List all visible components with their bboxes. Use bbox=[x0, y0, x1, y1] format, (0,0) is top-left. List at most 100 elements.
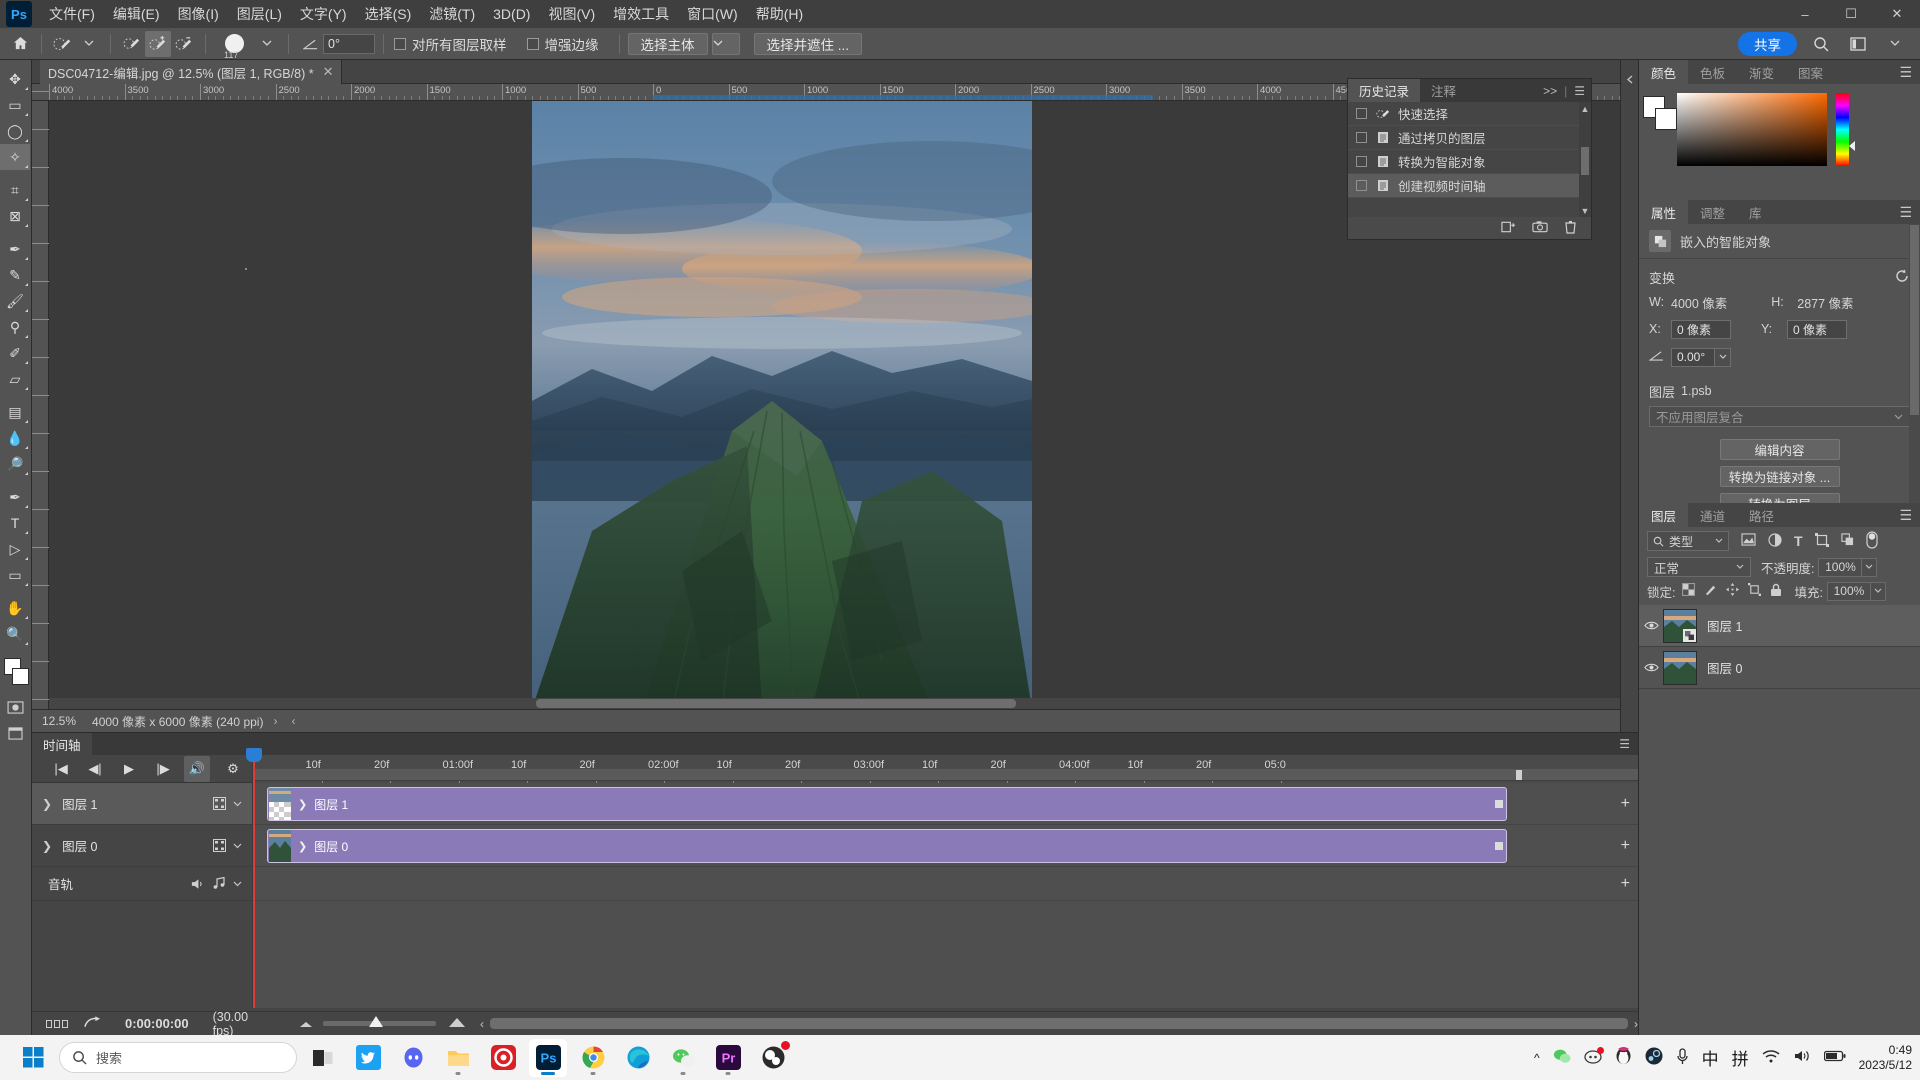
twitter-icon[interactable] bbox=[349, 1039, 387, 1077]
lock-all-icon[interactable] bbox=[1770, 583, 1782, 600]
background-color-swatch[interactable] bbox=[12, 668, 29, 685]
expand-chevron-icon[interactable]: ❯ bbox=[42, 839, 52, 853]
discord-tray-icon[interactable] bbox=[1583, 1046, 1604, 1067]
history-item[interactable]: 通过拷贝的图层 bbox=[1348, 126, 1591, 150]
add-media-button[interactable]: + bbox=[1621, 837, 1630, 855]
search-input[interactable]: 搜索 bbox=[59, 1042, 297, 1073]
smart-object-filter-icon[interactable] bbox=[1840, 533, 1854, 549]
wifi-icon[interactable] bbox=[1762, 1049, 1780, 1066]
gradient-tool[interactable]: ▤ bbox=[0, 399, 30, 425]
timeline-track-header[interactable]: ❯ 图层 1 bbox=[32, 783, 252, 825]
zoom-out-icon[interactable] bbox=[299, 1017, 313, 1031]
blend-mode-select[interactable]: 正常 bbox=[1647, 557, 1751, 577]
audio-button[interactable]: 🔊 bbox=[184, 755, 210, 782]
layer-filter-select[interactable]: 类型 bbox=[1647, 531, 1729, 551]
hue-slider[interactable] bbox=[1836, 93, 1849, 166]
scroll-up-icon[interactable]: ▲ bbox=[1580, 104, 1590, 114]
timeline-clip-area[interactable]: ❯ 图层 1 + ❯ 图层 0 + + bbox=[252, 769, 1638, 1008]
volume-icon[interactable] bbox=[1793, 1049, 1811, 1066]
previous-frame-button[interactable]: ◀| bbox=[82, 756, 108, 782]
menu-item-3[interactable]: 图层(L) bbox=[228, 0, 291, 28]
convert-to-linked-button[interactable]: 转换为链接对象 ... bbox=[1719, 466, 1840, 487]
timeline-clip[interactable]: ❯ 图层 1 bbox=[267, 787, 1507, 821]
type-filter-icon[interactable]: T bbox=[1794, 533, 1803, 549]
history-brush-tool[interactable]: ✐ bbox=[0, 340, 30, 366]
menu-item-6[interactable]: 滤镜(T) bbox=[420, 0, 484, 28]
scrollbar-thumb[interactable] bbox=[1910, 225, 1919, 415]
delete-icon[interactable] bbox=[1564, 220, 1577, 237]
file-explorer-icon[interactable] bbox=[439, 1039, 477, 1077]
timeline-zoom-slider[interactable] bbox=[323, 1016, 437, 1027]
selection-add-icon[interactable] bbox=[145, 30, 171, 57]
wechat-icon[interactable] bbox=[664, 1039, 702, 1077]
menu-item-0[interactable]: 文件(F) bbox=[40, 0, 104, 28]
wechat-tray-icon[interactable] bbox=[1553, 1048, 1571, 1067]
tab-swatches[interactable]: 色板 bbox=[1688, 60, 1737, 84]
current-time[interactable]: 0:00:00:00 bbox=[125, 1016, 189, 1031]
selection-new-icon[interactable] bbox=[119, 31, 145, 57]
blur-tool[interactable]: 💧 bbox=[0, 425, 30, 451]
fill-chevron-icon[interactable] bbox=[1870, 581, 1886, 601]
screen-mode-icon[interactable] bbox=[0, 720, 30, 746]
hamburger-icon[interactable]: ☰ bbox=[1619, 733, 1638, 755]
clip-expand-icon[interactable]: ❯ bbox=[298, 798, 307, 811]
lock-image-icon[interactable] bbox=[1704, 583, 1717, 599]
clone-stamp-tool[interactable]: ⚲ bbox=[0, 314, 30, 340]
angle-field[interactable]: 0.00° bbox=[1671, 347, 1715, 367]
select-subject-chevron-icon[interactable] bbox=[711, 32, 740, 55]
obs-icon[interactable] bbox=[754, 1039, 792, 1077]
timeline-lane[interactable]: ❯ 图层 0 + bbox=[253, 825, 1638, 867]
timeline-track-options[interactable] bbox=[190, 877, 252, 890]
playhead-handle[interactable] bbox=[246, 748, 262, 762]
home-icon[interactable] bbox=[7, 31, 33, 57]
hand-tool[interactable]: ✋ bbox=[0, 595, 30, 621]
layer-row[interactable]: 图层 0 bbox=[1639, 647, 1920, 689]
layer-row[interactable]: 图层 1 bbox=[1639, 605, 1920, 647]
tab-timeline[interactable]: 时间轴 bbox=[32, 733, 92, 755]
select-subject-button[interactable]: 选择主体 bbox=[627, 32, 708, 55]
add-media-button[interactable]: + bbox=[1621, 875, 1630, 893]
x-field[interactable]: 0 像素 bbox=[1671, 319, 1731, 339]
chevron-right-icon[interactable]: › bbox=[273, 714, 277, 728]
edge-icon[interactable] bbox=[619, 1039, 657, 1077]
search-icon[interactable] bbox=[1808, 31, 1834, 57]
pen-tool[interactable]: ✒ bbox=[0, 484, 30, 510]
pixel-filter-icon[interactable] bbox=[1741, 533, 1756, 549]
history-item[interactable]: 快速选择 bbox=[1348, 102, 1591, 126]
workspace-chevron-icon[interactable] bbox=[1882, 31, 1908, 57]
tab-libraries[interactable]: 库 bbox=[1737, 200, 1774, 224]
play-button[interactable]: ▶ bbox=[116, 756, 142, 782]
chevron-left-icon[interactable]: ‹ bbox=[480, 1017, 484, 1031]
history-snapshot-checkbox[interactable] bbox=[1356, 156, 1367, 167]
history-item[interactable]: 创建视频时间轴 bbox=[1348, 174, 1591, 198]
history-snapshot-checkbox[interactable] bbox=[1356, 180, 1367, 191]
document-tab[interactable]: DSC04712-编辑.jpg @ 12.5% (图层 1, RGB/8) * … bbox=[40, 60, 343, 84]
create-document-from-state-icon[interactable] bbox=[1501, 220, 1516, 237]
history-scrollbar[interactable]: ▲ ▼ bbox=[1579, 102, 1591, 217]
spot-healing-brush-tool[interactable]: ✎ bbox=[0, 262, 30, 288]
move-tool[interactable]: ✥ bbox=[0, 66, 30, 92]
angle-field[interactable]: 0° bbox=[323, 33, 375, 54]
playhead[interactable] bbox=[253, 755, 255, 1008]
timeline-work-area[interactable] bbox=[253, 769, 1638, 781]
hamburger-icon[interactable]: ☰ bbox=[1899, 60, 1920, 84]
tab-adjustments[interactable]: 调整 bbox=[1688, 200, 1737, 224]
horizontal-type-tool[interactable]: T bbox=[0, 510, 30, 536]
tab-layers[interactable]: 图层 bbox=[1639, 503, 1689, 527]
brush-preset-chevron-icon[interactable] bbox=[76, 31, 102, 57]
hue-slider-handle[interactable] bbox=[1849, 141, 1855, 151]
history-snapshot-checkbox[interactable] bbox=[1356, 108, 1367, 119]
creative-cloud-icon[interactable] bbox=[484, 1039, 522, 1077]
background-color-swatch[interactable] bbox=[1655, 108, 1677, 130]
menu-item-10[interactable]: 窗口(W) bbox=[678, 0, 747, 28]
scrollbar-thumb[interactable] bbox=[1581, 147, 1589, 175]
menu-item-2[interactable]: 图像(I) bbox=[169, 0, 228, 28]
opacity-field[interactable]: 100% bbox=[1818, 557, 1863, 577]
taskview-icon[interactable] bbox=[304, 1039, 342, 1077]
battery-icon[interactable] bbox=[1823, 1050, 1846, 1065]
microphone-icon[interactable] bbox=[1676, 1047, 1689, 1068]
quick-mask-icon[interactable] bbox=[0, 694, 30, 720]
ime-pinyin-icon[interactable]: 拼 bbox=[1732, 1045, 1749, 1070]
timeline-horizontal-scrollbar[interactable] bbox=[490, 1018, 1628, 1029]
brush-size-chevron-icon[interactable] bbox=[254, 31, 280, 57]
